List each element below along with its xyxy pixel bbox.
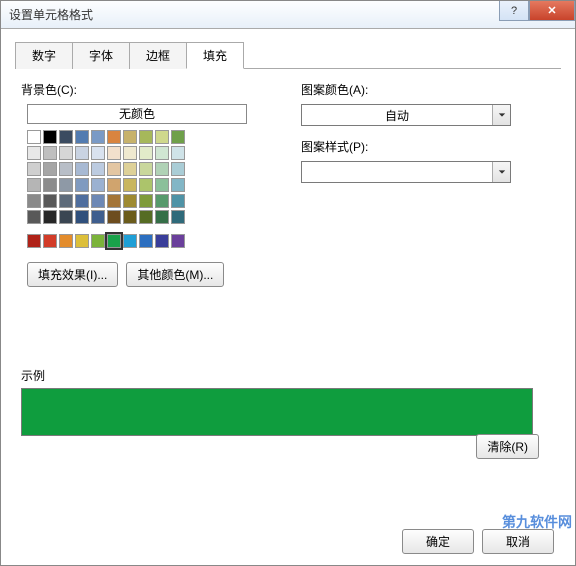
color-swatch[interactable] xyxy=(91,234,105,248)
color-swatch[interactable] xyxy=(27,234,41,248)
color-swatch[interactable] xyxy=(59,130,73,144)
color-swatch[interactable] xyxy=(75,130,89,144)
bg-color-label: 背景色(C): xyxy=(21,81,261,98)
color-swatch[interactable] xyxy=(171,130,185,144)
color-swatch[interactable] xyxy=(155,194,169,208)
color-swatch[interactable] xyxy=(59,234,73,248)
tab-bar: 数字 字体 边框 填充 xyxy=(15,41,561,69)
color-swatch[interactable] xyxy=(123,162,137,176)
color-swatch[interactable] xyxy=(123,146,137,160)
color-swatch[interactable] xyxy=(139,146,153,160)
pattern-style-combo[interactable] xyxy=(301,161,511,183)
color-swatch[interactable] xyxy=(123,130,137,144)
color-swatch[interactable] xyxy=(107,194,121,208)
color-swatch[interactable] xyxy=(75,210,89,224)
color-swatch[interactable] xyxy=(171,194,185,208)
close-button[interactable]: ✕ xyxy=(529,1,575,21)
color-swatch[interactable] xyxy=(155,130,169,144)
color-swatch[interactable] xyxy=(59,210,73,224)
color-palette xyxy=(27,130,261,248)
color-swatch[interactable] xyxy=(171,146,185,160)
color-swatch[interactable] xyxy=(155,162,169,176)
more-colors-button[interactable]: 其他颜色(M)... xyxy=(126,262,224,287)
color-swatch[interactable] xyxy=(75,234,89,248)
color-swatch[interactable] xyxy=(123,178,137,192)
pattern-color-value: 自动 xyxy=(302,107,492,124)
sample-label: 示例 xyxy=(21,367,555,384)
color-swatch[interactable] xyxy=(139,162,153,176)
color-swatch[interactable] xyxy=(27,130,41,144)
color-swatch[interactable] xyxy=(139,130,153,144)
color-swatch[interactable] xyxy=(43,194,57,208)
color-swatch[interactable] xyxy=(107,146,121,160)
color-swatch[interactable] xyxy=(91,162,105,176)
color-swatch[interactable] xyxy=(107,162,121,176)
color-swatch[interactable] xyxy=(27,210,41,224)
color-swatch[interactable] xyxy=(171,162,185,176)
color-swatch[interactable] xyxy=(91,194,105,208)
color-swatch[interactable] xyxy=(171,210,185,224)
color-swatch[interactable] xyxy=(75,146,89,160)
pattern-color-label: 图案颜色(A): xyxy=(301,81,555,98)
titlebar: 设置单元格格式 ? ✕ xyxy=(1,1,575,29)
color-swatch[interactable] xyxy=(27,194,41,208)
color-swatch[interactable] xyxy=(107,130,121,144)
color-swatch[interactable] xyxy=(43,234,57,248)
color-swatch[interactable] xyxy=(43,130,57,144)
color-swatch[interactable] xyxy=(139,210,153,224)
pattern-style-label: 图案样式(P): xyxy=(301,138,555,155)
color-swatch[interactable] xyxy=(123,210,137,224)
sample-preview xyxy=(21,388,533,436)
color-swatch[interactable] xyxy=(43,146,57,160)
color-swatch[interactable] xyxy=(75,178,89,192)
color-swatch[interactable] xyxy=(75,162,89,176)
color-swatch[interactable] xyxy=(155,146,169,160)
chevron-down-icon xyxy=(492,162,510,182)
color-swatch[interactable] xyxy=(107,234,121,248)
color-swatch[interactable] xyxy=(107,210,121,224)
color-swatch[interactable] xyxy=(171,234,185,248)
color-swatch[interactable] xyxy=(59,146,73,160)
tab-border[interactable]: 边框 xyxy=(129,42,187,69)
color-swatch[interactable] xyxy=(123,194,137,208)
color-swatch[interactable] xyxy=(59,194,73,208)
color-swatch[interactable] xyxy=(139,194,153,208)
tab-page-fill: 背景色(C): 无颜色 填充效果(I)... 其他颜色(M)... 图案颜色(A… xyxy=(15,69,561,509)
color-swatch[interactable] xyxy=(59,178,73,192)
color-swatch[interactable] xyxy=(91,146,105,160)
fill-effects-button[interactable]: 填充效果(I)... xyxy=(27,262,118,287)
help-button[interactable]: ? xyxy=(499,1,529,21)
color-swatch[interactable] xyxy=(91,178,105,192)
color-swatch[interactable] xyxy=(91,210,105,224)
color-swatch[interactable] xyxy=(27,146,41,160)
tab-font[interactable]: 字体 xyxy=(72,42,130,69)
chevron-down-icon xyxy=(492,105,510,125)
color-swatch[interactable] xyxy=(171,178,185,192)
cancel-button[interactable]: 取消 xyxy=(482,529,554,554)
pattern-color-combo[interactable]: 自动 xyxy=(301,104,511,126)
clear-button[interactable]: 清除(R) xyxy=(476,434,539,459)
tab-fill[interactable]: 填充 xyxy=(186,42,244,69)
color-swatch[interactable] xyxy=(43,178,57,192)
color-swatch[interactable] xyxy=(155,178,169,192)
color-swatch[interactable] xyxy=(139,178,153,192)
color-swatch[interactable] xyxy=(107,178,121,192)
color-swatch[interactable] xyxy=(155,234,169,248)
color-swatch[interactable] xyxy=(59,162,73,176)
color-swatch[interactable] xyxy=(75,194,89,208)
color-swatch[interactable] xyxy=(155,210,169,224)
tab-number[interactable]: 数字 xyxy=(15,42,73,69)
color-swatch[interactable] xyxy=(91,130,105,144)
color-swatch[interactable] xyxy=(139,234,153,248)
color-swatch[interactable] xyxy=(43,210,57,224)
ok-button[interactable]: 确定 xyxy=(402,529,474,554)
color-swatch[interactable] xyxy=(27,178,41,192)
color-swatch[interactable] xyxy=(123,234,137,248)
color-swatch[interactable] xyxy=(27,162,41,176)
color-swatch[interactable] xyxy=(43,162,57,176)
no-color-button[interactable]: 无颜色 xyxy=(27,104,247,124)
window-title: 设置单元格格式 xyxy=(9,6,93,23)
